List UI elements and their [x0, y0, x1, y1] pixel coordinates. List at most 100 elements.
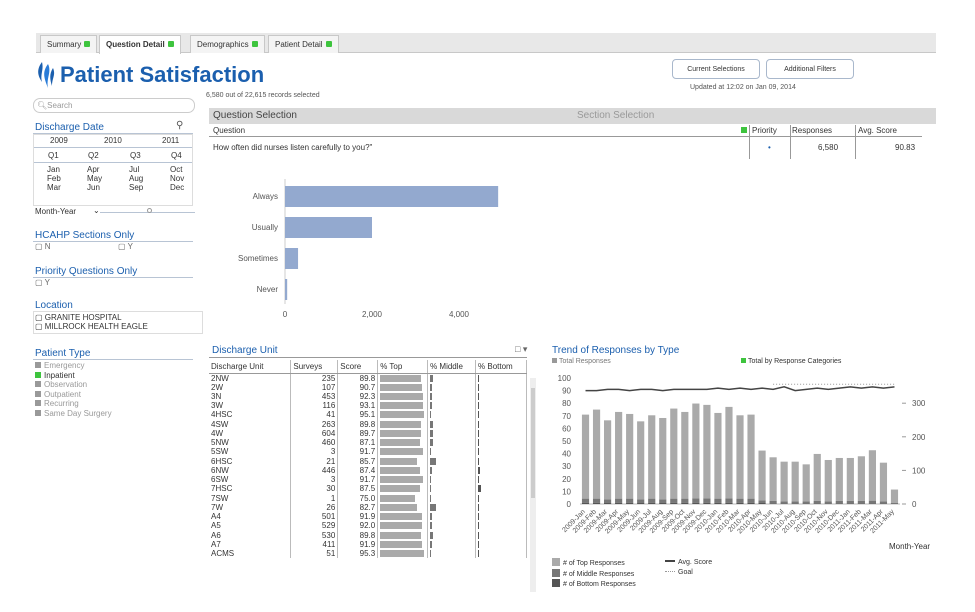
year-2010[interactable]: 2010	[104, 136, 122, 145]
table-row[interactable]: 7SW 1 75.0	[209, 493, 527, 503]
patient-type-item[interactable]: Recurring	[35, 399, 112, 409]
col-pct-bottom[interactable]: % Bottom	[475, 360, 527, 374]
search-icon[interactable]: ⚲	[176, 120, 183, 131]
unit-cell: A6	[209, 530, 292, 540]
additional-filters-button[interactable]: Additional Filters	[766, 59, 854, 79]
patient-type-item[interactable]: Inpatient	[35, 371, 112, 381]
location-item[interactable]: ▢ GRANITE HOSPITAL	[35, 313, 122, 322]
months-q4[interactable]: Oct Nov Dec	[170, 165, 184, 192]
category-label: Sometimes	[238, 254, 278, 263]
table-row[interactable]: A4 501 91.9	[209, 512, 527, 522]
hcahp-option-y[interactable]: ▢ Y	[118, 242, 133, 251]
pct-bar	[380, 448, 423, 456]
legend-item: Avg. Score	[665, 558, 712, 568]
col-priority[interactable]: Priority	[752, 126, 777, 135]
months-q1[interactable]: Jan Feb Mar	[47, 165, 61, 192]
stacked-bar-segment	[879, 462, 888, 502]
col-avg-score[interactable]: Avg. Score	[858, 126, 897, 135]
months-q3[interactable]: Jul Aug Sep	[129, 165, 143, 192]
quarter-q3[interactable]: Q3	[130, 151, 141, 160]
y-left-tick-label: 80	[562, 399, 571, 408]
section-selection-tab[interactable]: Section Selection	[577, 110, 654, 121]
table-row[interactable]: 6HSC 21 85.7	[209, 456, 527, 466]
stacked-bar-segment	[670, 498, 678, 503]
quarter-q2[interactable]: Q2	[88, 151, 99, 160]
stacked-bar-segment	[725, 498, 733, 503]
table-row[interactable]: A6 530 89.8	[209, 530, 527, 540]
pct-mid-cell	[427, 391, 477, 401]
stacked-bar-segment	[758, 500, 766, 503]
quarter-q1[interactable]: Q1	[48, 151, 59, 160]
table-row[interactable]: 5SW 3 91.7	[209, 447, 527, 457]
bar	[285, 217, 372, 238]
patient-type-item[interactable]: Emergency	[35, 361, 112, 371]
table-row[interactable]: 6SW 3 91.7	[209, 475, 527, 485]
patient-type-item[interactable]: Outpatient	[35, 390, 112, 400]
table-row[interactable]: 7W 26 82.7	[209, 502, 527, 512]
total-responses-toggle[interactable]: Total Responses	[552, 358, 611, 365]
pct-bar	[430, 513, 433, 520]
stacked-bar-segment	[769, 500, 777, 504]
tab-demographics[interactable]: Demographics	[190, 35, 265, 53]
pct-bot-cell	[475, 391, 527, 401]
surveys-cell: 116	[290, 401, 339, 411]
months-q2[interactable]: Apr May Jun	[87, 165, 102, 192]
score-cell: 91.9	[337, 539, 379, 549]
pct-top-cell	[377, 373, 429, 383]
surveys-cell: 21	[290, 456, 339, 466]
tab-patient-detail[interactable]: Patient Detail	[268, 35, 339, 53]
score-cell: 89.8	[337, 373, 379, 383]
col-discharge-unit[interactable]: Discharge Unit	[209, 360, 292, 374]
unit-cell: 7W	[209, 502, 292, 512]
table-row[interactable]: 7HSC 30 87.5	[209, 484, 527, 494]
patient-type-item[interactable]: Observation	[35, 380, 112, 390]
year-2011[interactable]: 2011	[162, 136, 179, 145]
tab-question-detail[interactable]: Question Detail	[99, 35, 181, 54]
table-row[interactable]: 5NW 460 87.1	[209, 438, 527, 448]
table-row[interactable]: 4HSC 41 95.1	[209, 410, 527, 420]
col-pct-top[interactable]: % Top	[377, 360, 429, 374]
pct-bar	[430, 429, 433, 437]
pct-mid-cell	[427, 530, 477, 540]
pct-bot-cell	[475, 521, 527, 531]
table-row[interactable]: A5 529 92.0	[209, 521, 527, 531]
table-row[interactable]: 3N 453 92.3	[209, 391, 527, 401]
col-pct-middle[interactable]: % Middle	[427, 360, 477, 374]
quarter-q4[interactable]: Q4	[171, 151, 182, 160]
table-row[interactable]: 4W 604 89.7	[209, 428, 527, 438]
pct-mid-cell	[427, 539, 477, 549]
col-surveys[interactable]: Surveys	[290, 360, 339, 374]
scrollbar-thumb[interactable]	[531, 388, 535, 498]
table-row[interactable]: 4SW 263 89.8	[209, 419, 527, 429]
x-tick-label: 2,000	[362, 310, 383, 319]
year-2009[interactable]: 2009	[50, 136, 68, 145]
table-row[interactable]: 3W 116 93.1	[209, 401, 527, 411]
table-row[interactable]: ACMS 51 95.3	[209, 549, 527, 559]
table-row[interactable]: 6NW 446 87.4	[209, 465, 527, 475]
table-row[interactable]: 2W 107 90.7	[209, 382, 527, 392]
stacked-bar-segment	[835, 500, 843, 504]
slider-handle[interactable]	[147, 208, 152, 213]
table-row[interactable]: 2NW 235 89.8	[209, 373, 527, 383]
unit-cell: A5	[209, 521, 292, 531]
table-row[interactable]: A7 411 91.9	[209, 539, 527, 549]
col-score[interactable]: Score	[337, 360, 379, 374]
question-selection-tab[interactable]: Question Selection	[213, 110, 297, 121]
priority-option-y[interactable]: ▢ Y	[35, 278, 50, 287]
patient-type-item[interactable]: Same Day Surgery	[35, 409, 112, 419]
month-year-dropdown[interactable]: ⌄	[93, 206, 100, 215]
total-by-categories-toggle[interactable]: Total by Response Categories	[741, 358, 841, 365]
maximize-icon[interactable]: □ ▾	[515, 344, 527, 355]
hcahp-option-n[interactable]: ▢ N	[35, 242, 51, 251]
location-item[interactable]: ▢ MILLROCK HEALTH EAGLE	[35, 322, 148, 331]
search-input[interactable]: 🔍︎Search	[33, 98, 195, 113]
col-question[interactable]: Question	[213, 126, 245, 135]
tab-summary[interactable]: Summary	[40, 35, 98, 53]
stacked-bar-segment	[670, 408, 678, 499]
pct-bot-cell	[475, 456, 527, 466]
col-responses[interactable]: Responses	[792, 126, 832, 135]
question-text[interactable]: How often did nurses listen carefully to…	[213, 143, 372, 152]
stacked-bar-segment	[890, 502, 899, 504]
current-selections-button[interactable]: Current Selections	[672, 59, 760, 79]
surveys-cell: 235	[290, 373, 339, 383]
